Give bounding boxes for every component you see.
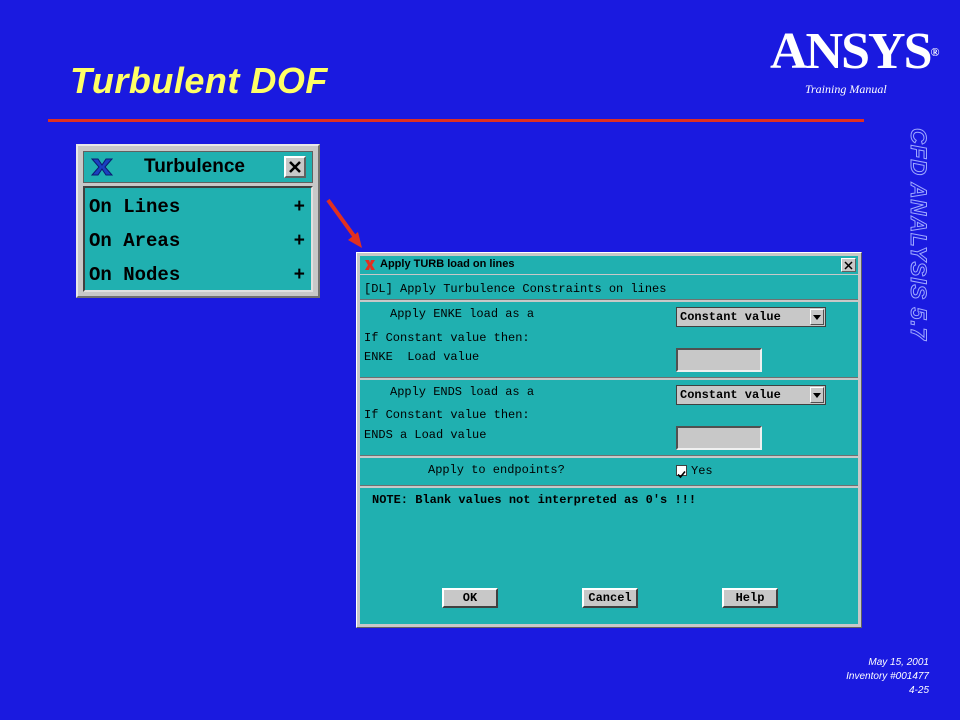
title-divider — [48, 119, 864, 122]
expand-plus-icon: + — [293, 230, 305, 252]
footer-inventory: Inventory #001477 — [846, 671, 929, 682]
chevron-down-icon — [813, 393, 821, 398]
turbulence-menu-window: Turbulence On Lines + On Areas + On Node… — [76, 144, 320, 298]
enke-value-label: ENKE Load value — [364, 350, 480, 364]
ends-dropdown-button[interactable] — [810, 387, 824, 403]
dialog-header: [DL] Apply Turbulence Constraints on lin… — [364, 282, 667, 296]
slide-title: Turbulent DOF — [70, 60, 328, 101]
note-text: NOTE: Blank values not interpreted as 0'… — [372, 493, 697, 507]
enke-dropdown-button[interactable] — [810, 309, 824, 325]
dialog-body: [DL] Apply Turbulence Constraints on lin… — [360, 275, 858, 624]
x-logo-icon — [90, 158, 114, 176]
menu-close-button[interactable] — [284, 156, 306, 178]
divider — [360, 485, 858, 488]
enke-selected-value: Constant value — [680, 310, 781, 324]
dialog-title: Apply TURB load on lines — [380, 258, 515, 270]
menu-item-label: On Nodes — [89, 264, 181, 286]
divider — [360, 299, 858, 302]
ends-load-value-input[interactable] — [676, 426, 762, 450]
enke-load-value-input[interactable] — [676, 348, 762, 372]
help-button[interactable]: Help — [722, 588, 778, 608]
endpoints-label: Apply to endpoints? — [428, 463, 565, 477]
enke-apply-label: Apply ENKE load as a — [390, 307, 535, 321]
divider — [360, 377, 858, 380]
chevron-down-icon — [813, 315, 821, 320]
dialog-close-button[interactable] — [841, 258, 856, 272]
endpoints-yes-label: Yes — [691, 464, 713, 478]
dialog-app-icon — [365, 260, 375, 270]
endpoints-checkbox[interactable] — [676, 465, 687, 479]
enke-load-type-select[interactable]: Constant value — [676, 307, 826, 327]
menu-item-on-areas[interactable]: On Areas + — [89, 226, 309, 256]
dialog-titlebar[interactable]: Apply TURB load on lines — [360, 256, 858, 274]
training-manual-label: Training Manual — [805, 82, 887, 96]
menu-title: Turbulence — [144, 156, 245, 177]
slide-footer: May 15, 2001 Inventory #001477 4-25 — [846, 656, 929, 698]
ok-button[interactable]: OK — [442, 588, 498, 608]
apply-turb-dialog: Apply TURB load on lines [DL] Apply Turb… — [356, 252, 862, 628]
menu-list: On Lines + On Areas + On Nodes + — [83, 186, 313, 292]
side-label: CFD ANALYSIS 5.7 — [906, 128, 932, 342]
ends-selected-value: Constant value — [680, 388, 781, 402]
ends-load-type-select[interactable]: Constant value — [676, 385, 826, 405]
menu-item-label: On Areas — [89, 230, 181, 252]
menu-item-on-nodes[interactable]: On Nodes + — [89, 260, 309, 290]
ansys-logo: ANSYS® — [770, 26, 939, 78]
expand-plus-icon: + — [293, 196, 305, 218]
divider — [360, 455, 858, 458]
ends-value-label: ENDS a Load value — [364, 428, 487, 442]
menu-item-on-lines[interactable]: On Lines + — [89, 192, 309, 222]
close-icon — [289, 161, 301, 173]
logo-text: ANSYS — [770, 23, 932, 80]
logo-registered-mark: ® — [930, 45, 940, 59]
ends-apply-label: Apply ENDS load as a — [390, 385, 535, 399]
footer-page: 4-25 — [908, 685, 929, 696]
expand-plus-icon: + — [293, 264, 305, 286]
ends-if-label: If Constant value then: — [364, 408, 530, 422]
cancel-button[interactable]: Cancel — [582, 588, 638, 608]
menu-titlebar[interactable]: Turbulence — [83, 151, 313, 183]
footer-date: May 15, 2001 — [868, 657, 929, 668]
enke-if-label: If Constant value then: — [364, 331, 530, 345]
checkmark-icon — [677, 470, 686, 479]
pointer-arrow-icon — [326, 198, 362, 248]
close-icon — [844, 261, 853, 270]
menu-item-label: On Lines — [89, 196, 181, 218]
